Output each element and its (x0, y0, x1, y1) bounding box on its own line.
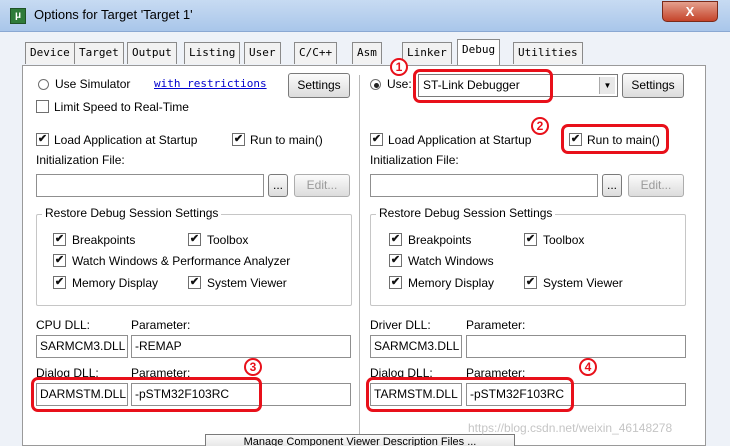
load-app-checkbox-right[interactable]: ✔ (370, 133, 383, 146)
driver-param-label: Parameter: (466, 318, 526, 332)
use-debugger-radio[interactable] (370, 79, 381, 90)
use-simulator-radio[interactable] (38, 79, 49, 90)
tab-output[interactable]: Output (127, 42, 177, 64)
limit-speed-label: Limit Speed to Real-Time (54, 100, 189, 114)
tab-debug[interactable]: Debug (457, 39, 501, 65)
driver-param-input[interactable] (466, 335, 686, 358)
edit-button-right[interactable]: Edit... (628, 174, 684, 197)
run-to-main-checkbox-left[interactable]: ✔ (232, 133, 245, 146)
cpu-dll-label: CPU DLL: (36, 318, 91, 332)
watch-checkbox-left[interactable]: ✔ (53, 254, 66, 267)
title-bar: μ Options for Target 'Target 1' X (0, 0, 730, 32)
system-viewer-checkbox-right[interactable]: ✔ (524, 276, 537, 289)
close-button[interactable]: X (662, 1, 718, 22)
chevron-down-icon: ▼ (599, 77, 615, 94)
with-restrictions-link[interactable]: with restrictions (154, 77, 267, 90)
simulator-settings-button[interactable]: Settings (288, 73, 350, 98)
run-to-main-label-left: Run to main() (250, 133, 323, 147)
tab-strip: Device Target Output Listing User C/C++ … (0, 32, 730, 66)
cpu-dll-input[interactable]: SARMCM3.DLL (36, 335, 128, 358)
use-simulator-label: Use Simulator (55, 77, 131, 91)
breakpoints-label-right: Breakpoints (408, 233, 472, 247)
highlight-run-to-main (561, 124, 669, 154)
restore-group-title-left: Restore Debug Session Settings (42, 206, 222, 220)
annotation-marker-1: 1 (390, 58, 408, 76)
tab-asm[interactable]: Asm (352, 42, 382, 64)
tab-linker[interactable]: Linker (402, 42, 452, 64)
tab-target[interactable]: Target (74, 42, 124, 64)
limit-speed-checkbox[interactable] (36, 100, 49, 113)
load-app-label-left: Load Application at Startup (54, 133, 198, 147)
annotation-marker-2: 2 (531, 117, 549, 135)
watermark: https://blog.csdn.net/weixin_46148278 (468, 421, 673, 435)
driver-dll-input[interactable]: SARMCM3.DLL (370, 335, 462, 358)
tab-utilities[interactable]: Utilities (513, 42, 583, 64)
edit-button-left[interactable]: Edit... (294, 174, 350, 197)
memory-label-left: Memory Display (72, 276, 159, 290)
breakpoints-checkbox-right[interactable]: ✔ (389, 233, 402, 246)
init-file-input-left[interactable] (36, 174, 264, 197)
breakpoints-label-left: Breakpoints (72, 233, 136, 247)
highlight-dialog-right (366, 377, 574, 412)
manage-component-viewer-button[interactable]: Manage Component Viewer Description File… (205, 434, 515, 446)
tab-c-cpp[interactable]: C/C++ (294, 42, 338, 64)
cpu-param-input[interactable]: -REMAP (131, 335, 351, 358)
annotation-marker-4: 4 (579, 358, 597, 376)
watch-label-left: Watch Windows & Performance Analyzer (72, 254, 291, 268)
watch-label-right: Watch Windows (408, 254, 494, 268)
tab-user[interactable]: User (244, 42, 281, 64)
init-file-label-left: Initialization File: (36, 153, 125, 167)
annotation-marker-3: 3 (244, 358, 262, 376)
toolbox-label-right: Toolbox (543, 233, 585, 247)
tab-device[interactable]: Device (25, 42, 75, 64)
app-icon: μ (10, 8, 26, 24)
load-app-label-right: Load Application at Startup (388, 133, 532, 147)
highlight-dialog-left (31, 377, 262, 412)
use-label: Use: (387, 77, 412, 91)
tab-listing[interactable]: Listing (184, 42, 241, 64)
memory-label-right: Memory Display (408, 276, 495, 290)
breakpoints-checkbox-left[interactable]: ✔ (53, 233, 66, 246)
toolbox-checkbox-left[interactable]: ✔ (188, 233, 201, 246)
system-viewer-label-left: System Viewer (207, 276, 287, 290)
debugger-settings-button[interactable]: Settings (622, 73, 684, 98)
init-file-label-right: Initialization File: (370, 153, 459, 167)
toolbox-label-left: Toolbox (207, 233, 249, 247)
load-app-checkbox-left[interactable]: ✔ (36, 133, 49, 146)
restore-group-title-right: Restore Debug Session Settings (376, 206, 556, 220)
browse-button-left[interactable]: ... (268, 174, 288, 197)
system-viewer-label-right: System Viewer (543, 276, 623, 290)
cpu-param-label: Parameter: (131, 318, 191, 332)
driver-dll-label: Driver DLL: (370, 318, 431, 332)
options-dialog: μ Options for Target 'Target 1' X Device… (0, 0, 730, 446)
memory-checkbox-left[interactable]: ✔ (53, 276, 66, 289)
memory-checkbox-right[interactable]: ✔ (389, 276, 402, 289)
window-title: Options for Target 'Target 1' (34, 7, 193, 22)
panel-divider (359, 75, 360, 435)
toolbox-checkbox-right[interactable]: ✔ (524, 233, 537, 246)
init-file-input-right[interactable] (370, 174, 598, 197)
system-viewer-checkbox-left[interactable]: ✔ (188, 276, 201, 289)
browse-button-right[interactable]: ... (602, 174, 622, 197)
watch-checkbox-right[interactable]: ✔ (389, 254, 402, 267)
highlight-debugger-select (413, 69, 553, 103)
